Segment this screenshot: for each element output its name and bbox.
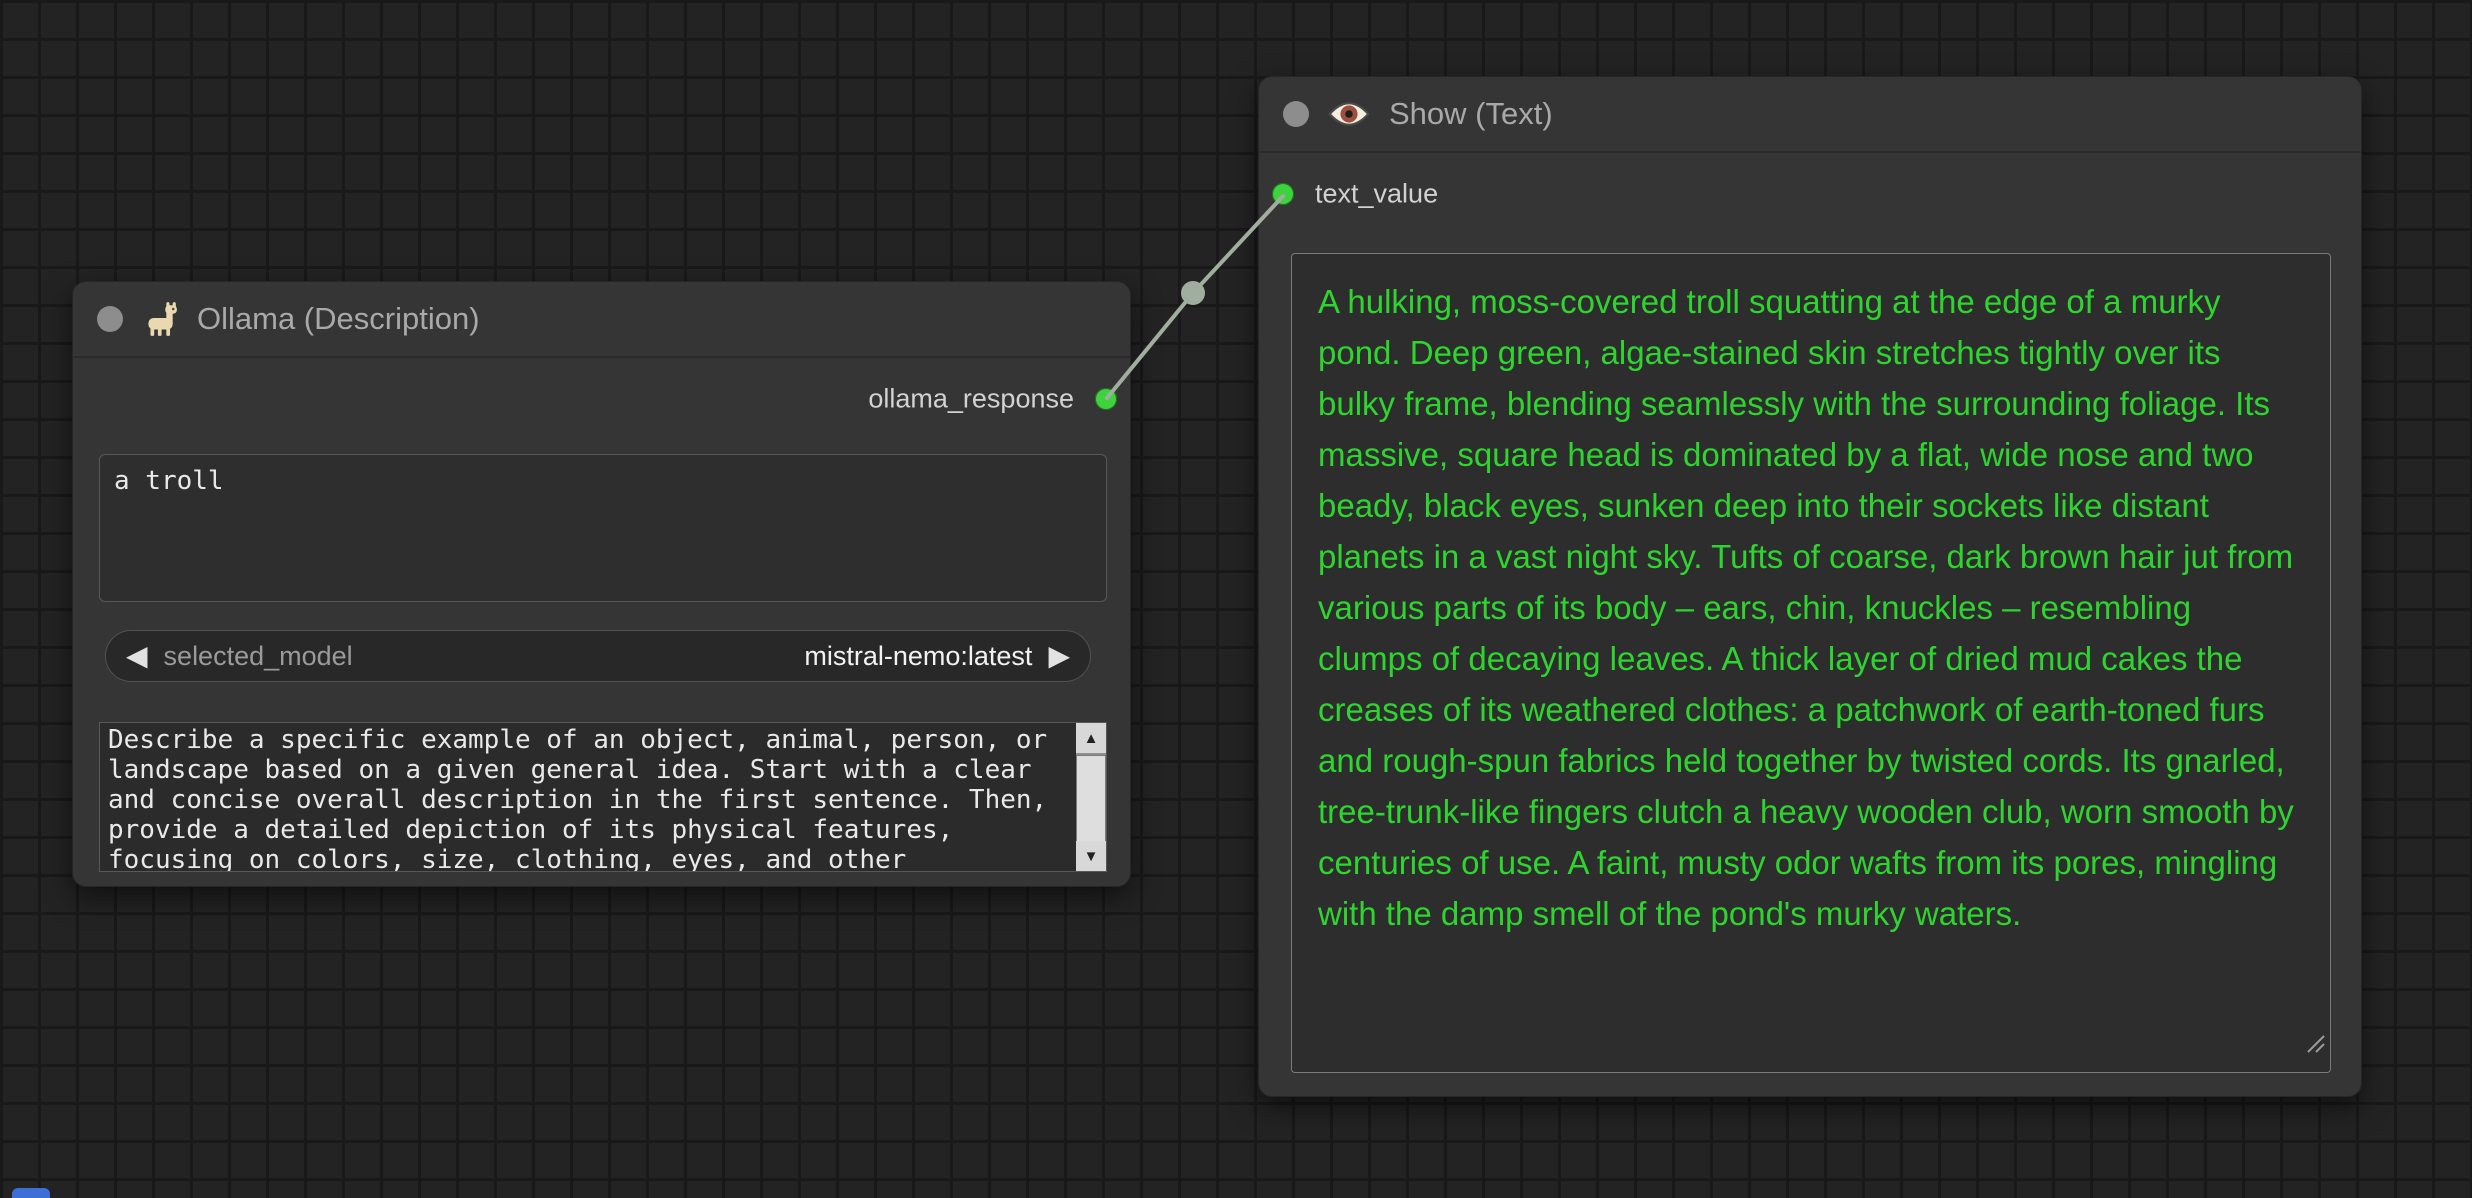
system-prompt-textarea[interactable]: Describe a specific example of an object… bbox=[99, 722, 1107, 872]
selected-model-combo[interactable]: ◀ selected_model mistral-nemo:latest ▶ bbox=[105, 630, 1091, 682]
eye-icon bbox=[1327, 99, 1371, 129]
prompt-text-input[interactable]: a troll bbox=[99, 454, 1107, 602]
node-title-bar[interactable]: Ollama (Description) bbox=[73, 282, 1130, 358]
node-ollama-description[interactable]: Ollama (Description) ollama_response a t… bbox=[72, 281, 1131, 887]
combo-label: selected_model bbox=[163, 640, 353, 671]
scroll-down-icon[interactable]: ▼ bbox=[1076, 841, 1106, 871]
node-title: Ollama (Description) bbox=[197, 301, 480, 336]
system-prompt-text[interactable]: Describe a specific example of an object… bbox=[108, 725, 1074, 871]
collapse-toggle-dot[interactable] bbox=[97, 306, 123, 332]
combo-next-arrow-icon[interactable]: ▶ bbox=[1048, 642, 1070, 670]
input-slot-row: text_value bbox=[1259, 173, 2361, 215]
node-show-text[interactable]: Show (Text) text_value A hulking, moss-c… bbox=[1258, 76, 2362, 1097]
llama-icon bbox=[141, 300, 179, 338]
scroll-up-icon[interactable]: ▲ bbox=[1076, 723, 1106, 753]
node-title-bar[interactable]: Show (Text) bbox=[1259, 77, 2361, 153]
show-text-output[interactable]: A hulking, moss-covered troll squatting … bbox=[1291, 253, 2331, 1073]
partial-node-sliver bbox=[12, 1188, 50, 1198]
link-midpoint-dot bbox=[1181, 281, 1205, 305]
comfyui-canvas[interactable]: { "canvas": { "bg_color": "#232323", "gr… bbox=[0, 0, 2472, 1198]
node-title: Show (Text) bbox=[1389, 96, 1553, 131]
combo-prev-arrow-icon[interactable]: ◀ bbox=[126, 642, 148, 670]
show-text-content: A hulking, moss-covered troll squatting … bbox=[1318, 283, 2294, 932]
output-slot-row: ollama_response bbox=[73, 378, 1130, 420]
output-slot-label: ollama_response bbox=[868, 383, 1074, 414]
output-slot-dot[interactable] bbox=[1095, 388, 1117, 410]
input-slot-dot[interactable] bbox=[1272, 183, 1294, 205]
input-slot-label: text_value bbox=[1315, 178, 1439, 209]
collapse-toggle-dot[interactable] bbox=[1283, 101, 1309, 127]
vertical-scrollbar[interactable]: ▲ ▼ bbox=[1076, 723, 1106, 871]
combo-value: mistral-nemo:latest bbox=[804, 640, 1033, 671]
resize-grip-icon[interactable] bbox=[2304, 1017, 2326, 1068]
